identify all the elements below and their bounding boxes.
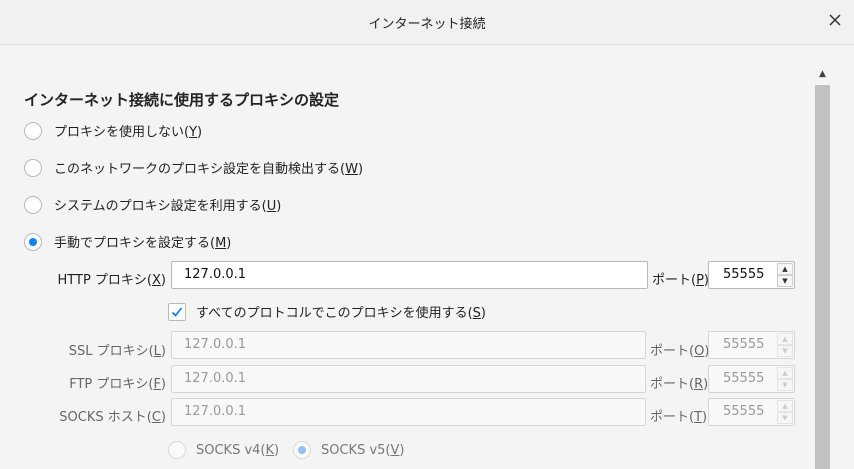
radio-button[interactable] <box>24 158 42 177</box>
stepper-up-icon[interactable]: ▲ <box>777 263 793 275</box>
radio-label: このネットワークのプロキシ設定を自動検出する(W) <box>54 162 364 177</box>
ssl-port-input[interactable]: 55555 ▲ ▼ <box>708 331 795 359</box>
http-port-label: ポート(P) <box>652 273 709 288</box>
stepper-down-icon[interactable]: ▼ <box>777 412 793 424</box>
radio-button-checked[interactable] <box>293 441 311 459</box>
vertical-scrollbar[interactable]: ▲ <box>814 65 831 469</box>
port-stepper[interactable]: ▲ ▼ <box>777 367 793 391</box>
radio-auto-detect[interactable]: このネットワークのプロキシ設定を自動検出する(W) <box>24 158 363 177</box>
radio-button[interactable] <box>168 441 186 459</box>
scroll-up-icon[interactable]: ▲ <box>814 65 831 82</box>
socks-port-label: ポート(T) <box>650 410 708 425</box>
port-value: 55555 <box>723 371 765 386</box>
ftp-port-label: ポート(R) <box>650 377 709 392</box>
socks-host-label: SOCKS ホスト(C) <box>59 410 166 425</box>
radio-manual-proxy[interactable]: 手動でプロキシを設定する(M) <box>24 232 231 251</box>
stepper-up-icon[interactable]: ▲ <box>777 400 793 412</box>
radio-label: 手動でプロキシを設定する(M) <box>54 236 232 251</box>
stepper-up-icon[interactable]: ▲ <box>777 333 793 345</box>
stepper-down-icon[interactable]: ▼ <box>777 379 793 391</box>
port-stepper[interactable]: ▲ ▼ <box>777 400 793 424</box>
http-proxy-input[interactable]: 127.0.0.1 <box>171 261 648 289</box>
check-icon <box>171 306 183 317</box>
scroll-thumb[interactable] <box>815 85 830 469</box>
port-stepper[interactable]: ▲ ▼ <box>777 263 793 287</box>
share-all-label: すべてのプロトコルでこのプロキシを使用する(S) <box>196 306 486 321</box>
section-heading: インターネット接続に使用するプロキシの設定 <box>24 91 340 109</box>
dialog-content: インターネット接続に使用するプロキシの設定 プロキシを使用しない(Y) このネッ… <box>0 45 854 469</box>
port-value: 55555 <box>723 404 765 419</box>
radio-socks-v5[interactable]: SOCKS v5(V) <box>293 441 405 459</box>
ftp-proxy-label: FTP プロキシ(F) <box>69 377 166 392</box>
share-all-protocols[interactable]: すべてのプロトコルでこのプロキシを使用する(S) <box>168 302 486 321</box>
radio-label: SOCKS v4(K) <box>196 442 280 458</box>
radio-socks-v4[interactable]: SOCKS v4(K) <box>168 441 279 459</box>
radio-label: プロキシを使用しない(Y) <box>54 125 203 140</box>
ssl-proxy-input[interactable]: 127.0.0.1 <box>171 331 646 359</box>
close-icon[interactable] <box>828 13 842 27</box>
stepper-up-icon[interactable]: ▲ <box>777 367 793 379</box>
ssl-proxy-label: SSL プロキシ(L) <box>68 344 166 359</box>
radio-button[interactable] <box>24 195 42 214</box>
ftp-proxy-input[interactable]: 127.0.0.1 <box>171 365 646 393</box>
ftp-port-input[interactable]: 55555 ▲ ▼ <box>708 365 795 393</box>
stepper-down-icon[interactable]: ▼ <box>777 345 793 357</box>
port-stepper[interactable]: ▲ ▼ <box>777 333 793 357</box>
http-port-input[interactable]: 55555 ▲ ▼ <box>708 261 795 289</box>
radio-no-proxy[interactable]: プロキシを使用しない(Y) <box>24 121 202 140</box>
socks-host-input[interactable]: 127.0.0.1 <box>171 398 646 426</box>
port-value: 55555 <box>723 267 765 282</box>
http-proxy-label: HTTP プロキシ(X) <box>57 273 166 288</box>
title-bar: インターネット接続 <box>0 0 854 45</box>
radio-system-proxy[interactable]: システムのプロキシ設定を利用する(U) <box>24 195 281 214</box>
socks-port-input[interactable]: 55555 ▲ ▼ <box>708 398 795 426</box>
ssl-port-label: ポート(O) <box>650 344 710 359</box>
window-title: インターネット接続 <box>368 17 486 32</box>
share-all-checkbox[interactable] <box>168 302 186 321</box>
stepper-down-icon[interactable]: ▼ <box>777 275 793 287</box>
radio-button[interactable] <box>24 121 42 140</box>
radio-button-checked[interactable] <box>24 232 42 251</box>
radio-label: SOCKS v5(V) <box>321 442 405 458</box>
radio-label: システムのプロキシ設定を利用する(U) <box>54 199 282 214</box>
port-value: 55555 <box>723 337 765 352</box>
